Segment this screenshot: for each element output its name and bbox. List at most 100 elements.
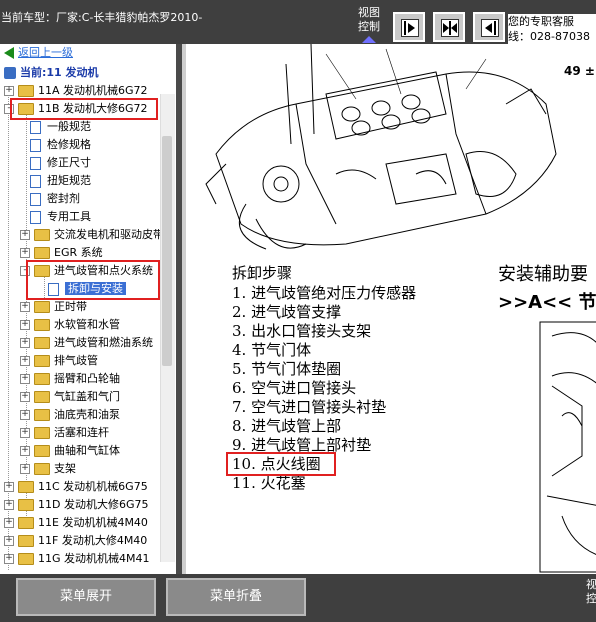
tree-folder-item[interactable]: + 支架 [20,460,76,478]
expand-icon[interactable]: + [20,392,30,402]
document-icon [30,174,41,188]
tree-item-label: 修正尺寸 [47,156,91,169]
document-icon [30,138,41,152]
document-icon [30,210,41,224]
expand-icon[interactable]: + [20,410,30,420]
folder-icon [18,535,34,547]
folder-icon [34,301,50,313]
document-icon [30,156,41,170]
tree-folder-item[interactable]: +11D 发动机大修6G75 [4,496,148,514]
tree-item-label: EGR 系统 [54,246,103,259]
tree-folder-item[interactable]: + 正时带 [20,298,87,316]
tree-leaf-item[interactable]: 密封剂 [30,190,80,208]
removal-step: 3. 出水口管接头支架 [232,322,372,340]
folder-icon [34,337,50,349]
tree-item-label: 扭矩规范 [47,174,91,187]
tree-folder-item[interactable]: +11F 发动机大修4M40 [4,532,147,550]
tree-item-label: 11C 发动机机械6G75 [38,480,148,493]
tree-item-label: 支架 [54,462,76,475]
back-link[interactable]: 返回上一级 [18,46,73,59]
expand-icon[interactable]: + [20,446,30,456]
customer-service-info: 您的专职客服 线：028-87038 [508,14,596,44]
tree-item-label: 11F 发动机大修4M40 [38,534,148,547]
folder-icon [34,391,50,403]
tree-folder-item[interactable]: + 活塞和连杆 [20,424,109,442]
folder-icon [18,553,34,565]
expand-icon[interactable]: + [20,356,30,366]
expand-icon[interactable]: + [4,554,14,564]
removal-step: 5. 节气门体垫圈 [232,360,342,378]
view-split-button[interactable] [433,12,465,42]
document-icon [30,192,41,206]
expand-icon[interactable]: + [20,230,30,240]
tree-item-label: 交流发电机和驱动皮带 [54,228,164,241]
tree-leaf-item[interactable]: 专用工具 [30,208,91,226]
tree-leaf-item[interactable]: 一般规范 [30,118,91,136]
tree-folder-item[interactable]: + 进气歧管和燃油系统 [20,334,153,352]
tree-item-label: 检修规格 [47,138,91,151]
expand-icon[interactable]: + [20,428,30,438]
expand-icon[interactable]: + [20,464,30,474]
tree-folder-item[interactable]: + 曲轴和气缸体 [20,442,120,460]
tree-folder-item[interactable]: +11G 发动机机械4M41 [4,550,150,568]
tree-folder-item[interactable]: + 摇臂和凸轮轴 [20,370,120,388]
tree-folder-item[interactable]: +11C 发动机机械6G75 [4,478,148,496]
bottom-view-control[interactable]: 视 控 [586,578,596,606]
install-notes-title: 安装辅助要 [498,264,588,285]
expand-icon[interactable]: + [4,482,14,492]
expand-icon[interactable]: + [4,500,14,510]
menu-expand-button[interactable]: 菜单展开 [16,578,156,616]
expand-icon[interactable]: + [4,86,14,96]
split-view-icon [441,19,459,37]
tree-leaf-item[interactable]: 检修规格 [30,136,91,154]
tree-item-label: 正时带 [54,300,87,313]
torque-note: 49 ± [564,64,595,78]
navigation-tree: 返回上一级 当前:11 发动机 +11A 发动机机械6G72-11B 发动机大修… [0,44,176,574]
tree-item-label: 排气歧管 [54,354,98,367]
view-control[interactable]: 视图 控制 [354,6,384,43]
highlight-box-11b [10,98,158,120]
folder-icon [34,355,50,367]
expand-icon[interactable]: + [4,536,14,546]
contact-line2: 线：028-87038 [508,30,590,43]
folder-icon [18,499,34,511]
tree-folder-item[interactable]: + 油底壳和油泵 [20,406,120,424]
tree-vertical-scrollbar-thumb[interactable] [162,136,172,366]
removal-step: 7. 空气进口管接头衬垫 [232,398,387,416]
tree-folder-item[interactable]: + 气缸盖和气门 [20,388,120,406]
highlight-box-ignition-coil [226,452,336,476]
tree-leaf-item[interactable]: 修正尺寸 [30,154,91,172]
menu-collapse-button[interactable]: 菜单折叠 [166,578,306,616]
arrow-left-icon [481,19,499,37]
view-control-line2: 控制 [358,20,380,33]
bottom-view-line2: 控 [586,592,596,605]
folder-icon [34,463,50,475]
contact-line1: 您的专职客服 [508,15,574,28]
expand-icon[interactable]: + [20,302,30,312]
expand-icon[interactable]: + [20,374,30,384]
expand-icon[interactable]: + [20,338,30,348]
tree-item-label: 进气歧管和燃油系统 [54,336,153,349]
bottom-view-line1: 视 [586,578,596,591]
back-link-row[interactable]: 返回上一级 [4,44,73,62]
tree-folder-item[interactable]: +11E 发动机机械4M40 [4,514,148,532]
tree-folder-item[interactable]: + 水软管和水管 [20,316,120,334]
view-single-right-button[interactable] [393,12,425,42]
tree-folder-item[interactable]: + 交流发电机和驱动皮带 [20,226,164,244]
folder-icon [34,319,50,331]
expand-icon[interactable]: + [20,320,30,330]
tree-item-label: 11G 发动机机械4M41 [38,552,150,565]
expand-icon[interactable]: + [20,248,30,258]
back-arrow-icon [4,47,14,59]
removal-step: 2. 进气歧管支撑 [232,303,342,321]
tree-item-label: 活塞和连杆 [54,426,109,439]
tree-leaf-item[interactable]: 扭矩规范 [30,172,91,190]
folder-icon [18,85,34,97]
tree-item-label: 11A 发动机机械6G72 [38,84,148,97]
expand-icon[interactable]: + [4,518,14,528]
folder-icon [34,409,50,421]
collapse-arrow-icon[interactable] [362,36,376,43]
view-single-left-button[interactable] [473,12,505,42]
folder-icon [34,229,50,241]
tree-folder-item[interactable]: + 排气歧管 [20,352,98,370]
